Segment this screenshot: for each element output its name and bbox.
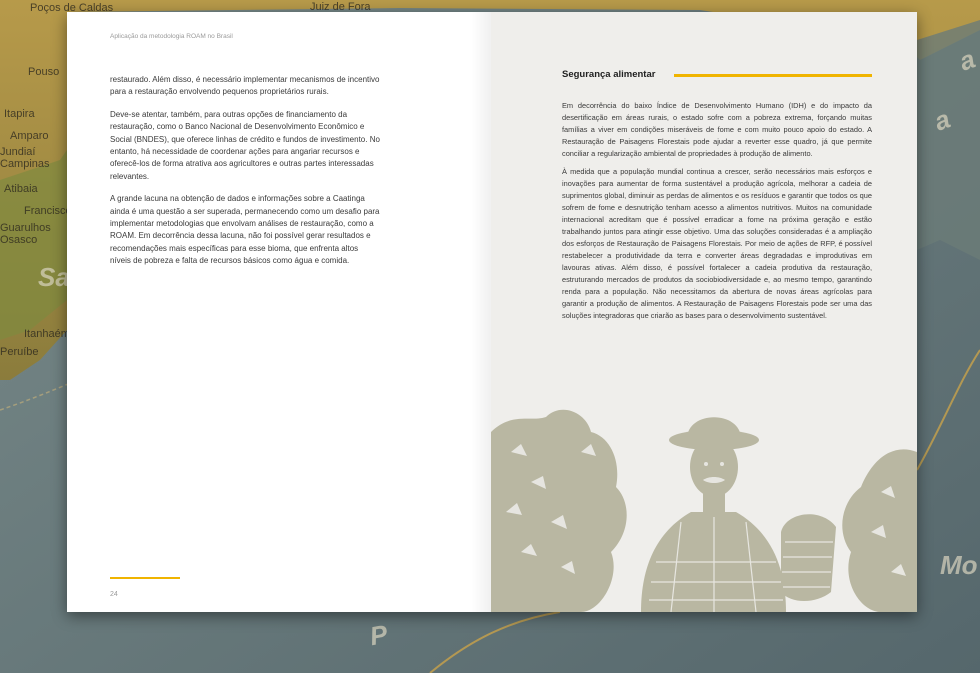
gutter-shadow — [471, 12, 491, 612]
section-title: Segurança alimentar — [562, 69, 656, 80]
map-label-francisco: Francisco — [24, 205, 72, 217]
map-label-itapira: Itapira — [4, 108, 35, 120]
folio-rule — [110, 577, 180, 579]
running-head: Aplicação da metodologia ROAM no Brasil — [110, 33, 233, 40]
paragraph: A grande lacuna na obtenção de dados e i… — [110, 194, 380, 266]
map-label-osasco: Osasco — [0, 234, 38, 246]
map-label-atibaia: Atibaia — [4, 183, 38, 195]
map-label-pouso: Pouso — [28, 66, 60, 78]
section-header: Segurança alimentar — [562, 69, 872, 83]
paragraph: Em decorrência do baixo Índice de Desenv… — [562, 101, 872, 158]
map-label-campinas: Campinas — [0, 158, 50, 170]
left-page-body: restaurado. Além disso, é necessário imp… — [110, 74, 380, 278]
map-label-amparo: Amparo — [10, 130, 49, 142]
book-spread: Aplicação da metodologia ROAM no Brasil … — [67, 12, 917, 612]
paragraph: Deve-se atentar, também, para outras opç… — [110, 109, 380, 181]
map-label-jundiai: Jundiaí — [0, 146, 36, 158]
map-label-guarulhos: Guarulhos — [0, 222, 51, 234]
right-page-body: Em decorrência do baixo Índice de Desenv… — [562, 100, 872, 328]
map-label-sa: Sa — [38, 262, 70, 292]
paragraph: restaurado. Além disso, é necessário imp… — [110, 75, 380, 97]
map-label-itanhaem: Itanhaém — [24, 328, 70, 340]
map-label-peruibe: Peruíbe — [0, 346, 39, 358]
map-label-mo: Mo — [940, 550, 978, 580]
right-page: Segurança alimentar Em decorrência do ba… — [491, 12, 917, 612]
page-number: 24 — [110, 591, 118, 598]
left-page: Aplicação da metodologia ROAM no Brasil … — [67, 12, 491, 612]
paragraph: À medida que a população mundial continu… — [562, 167, 872, 320]
farmer-illustration — [491, 409, 917, 612]
section-rule — [674, 74, 872, 77]
